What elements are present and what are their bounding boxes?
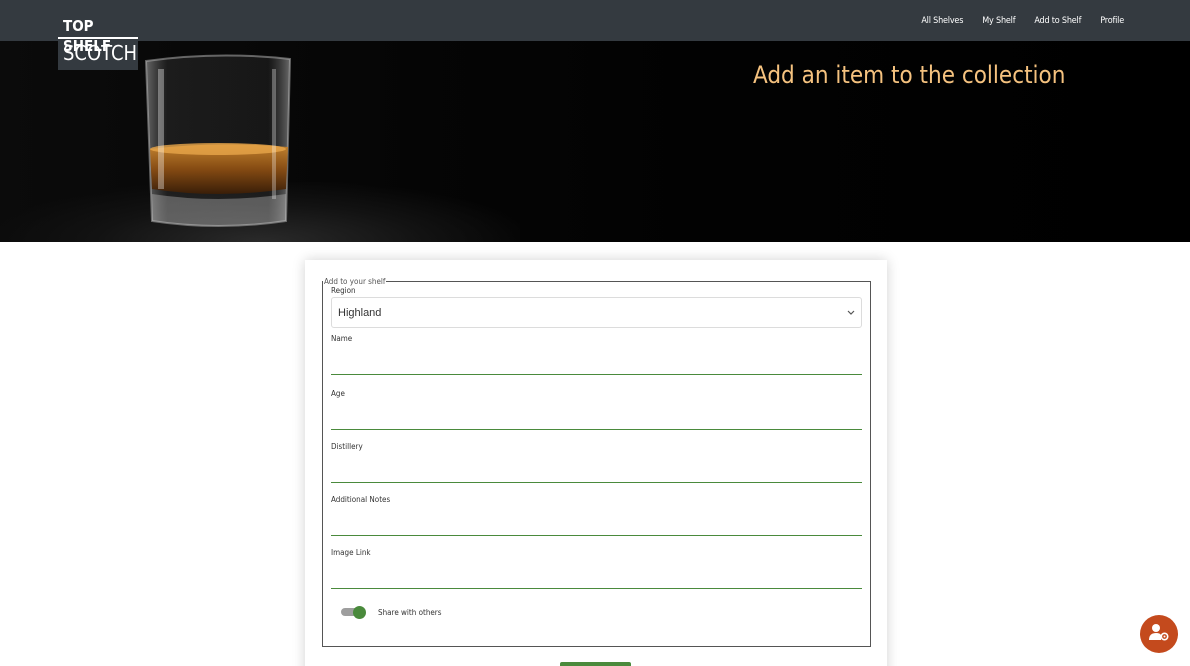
page-title: Add an item to the collection xyxy=(753,61,1066,89)
user-settings-button[interactable] xyxy=(1140,615,1178,653)
brand-logo[interactable]: TOP SHELF SCOTCH xyxy=(58,10,138,71)
region-select[interactable]: Highland xyxy=(331,297,862,328)
distillery-input[interactable] xyxy=(331,453,862,483)
add-form: Add to your shelf Region Highland Name A… xyxy=(322,277,871,647)
brand-line-1: TOP SHELF xyxy=(63,17,111,55)
share-toggle-row: Share with others xyxy=(331,606,862,619)
nav-my-shelf[interactable]: My Shelf xyxy=(982,16,1015,26)
image-link-label: Image Link xyxy=(331,548,371,557)
brand-line-2: SCOTCH xyxy=(58,37,138,70)
image-link-input[interactable] xyxy=(331,559,862,589)
notes-label: Additional Notes xyxy=(331,495,391,504)
toggle-knob xyxy=(353,606,366,619)
nav-add-to-shelf[interactable]: Add to Shelf xyxy=(1034,16,1081,26)
distillery-label: Distillery xyxy=(331,442,363,451)
chevron-down-icon xyxy=(847,308,855,318)
main-nav: All Shelves My Shelf Add to Shelf Profil… xyxy=(921,0,1124,41)
user-settings-icon xyxy=(1148,623,1170,646)
name-label: Name xyxy=(331,334,353,343)
share-label: Share with others xyxy=(378,607,442,617)
age-input[interactable] xyxy=(331,400,862,430)
submit-button[interactable] xyxy=(560,662,631,666)
nav-all-shelves[interactable]: All Shelves xyxy=(921,16,963,26)
add-item-card: Add to your shelf Region Highland Name A… xyxy=(305,260,887,666)
image-link-field: Image Link xyxy=(331,548,862,589)
name-field: Name xyxy=(331,334,862,375)
hero-banner: Add an item to the collection xyxy=(0,41,1190,242)
distillery-field: Distillery xyxy=(331,442,862,483)
nav-profile[interactable]: Profile xyxy=(1100,16,1124,26)
notes-field: Additional Notes xyxy=(331,495,862,536)
region-value: Highland xyxy=(338,306,382,319)
region-label: Region xyxy=(331,286,356,295)
form-legend: Add to your shelf xyxy=(324,277,386,286)
age-field: Age xyxy=(331,389,862,430)
share-toggle[interactable] xyxy=(341,606,367,619)
age-label: Age xyxy=(331,389,345,398)
name-input[interactable] xyxy=(331,345,862,375)
notes-input[interactable] xyxy=(331,506,862,536)
whisky-glass-image xyxy=(144,54,292,227)
